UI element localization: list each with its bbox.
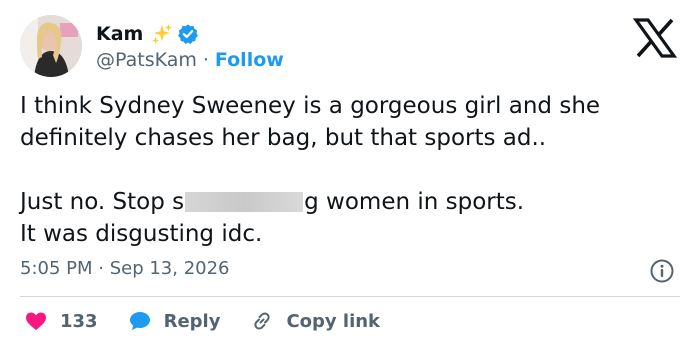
tweet-text: I think Sydney Sweeney is a gorgeous gir… (20, 90, 680, 250)
author-handle[interactable]: @PatsKam (96, 49, 197, 71)
separator-dot: · (202, 49, 209, 71)
redaction-block (185, 192, 304, 212)
tweet-text-before-redaction: Just no. Stop s (20, 189, 185, 215)
link-icon (254, 312, 271, 330)
author-name-row: Kam (96, 20, 199, 48)
like-button[interactable]: 133 (24, 309, 98, 333)
reply-label: Reply (163, 310, 221, 332)
tweet-line: definitely chases her bag, but that spor… (20, 125, 547, 151)
reply-bubble-icon (129, 312, 150, 330)
tweet-text-after-redaction: g women in sports. (304, 189, 525, 215)
verified-badge-icon (177, 23, 199, 45)
tweet-card: Kam @PatsKam · Follow I think Sydney Swe… (0, 0, 700, 348)
follow-button[interactable]: Follow (215, 49, 284, 71)
tweet-timestamp[interactable]: 5:05 PM · Sep 13, 2026 (20, 258, 230, 279)
action-bar: 133 Reply Copy link (24, 306, 380, 336)
handle-row: @PatsKam · Follow (96, 47, 284, 73)
tweet-line-redacted: Just no. Stop s g women in sports. (20, 186, 680, 218)
tweet-line: It was disgusting idc. (20, 221, 263, 247)
copy-link-label: Copy link (286, 310, 381, 332)
copy-link-button[interactable]: Copy link (250, 309, 380, 333)
display-name[interactable]: Kam (96, 23, 143, 45)
like-count: 133 (60, 310, 98, 332)
sparkles-icon (151, 23, 173, 45)
heart-icon (26, 312, 46, 330)
info-icon[interactable] (649, 258, 675, 284)
avatar[interactable] (20, 15, 82, 77)
divider (20, 296, 680, 297)
tweet-line: I think Sydney Sweeney is a gorgeous gir… (20, 93, 601, 119)
x-logo-icon[interactable] (632, 18, 678, 58)
reply-button[interactable]: Reply (128, 309, 221, 333)
